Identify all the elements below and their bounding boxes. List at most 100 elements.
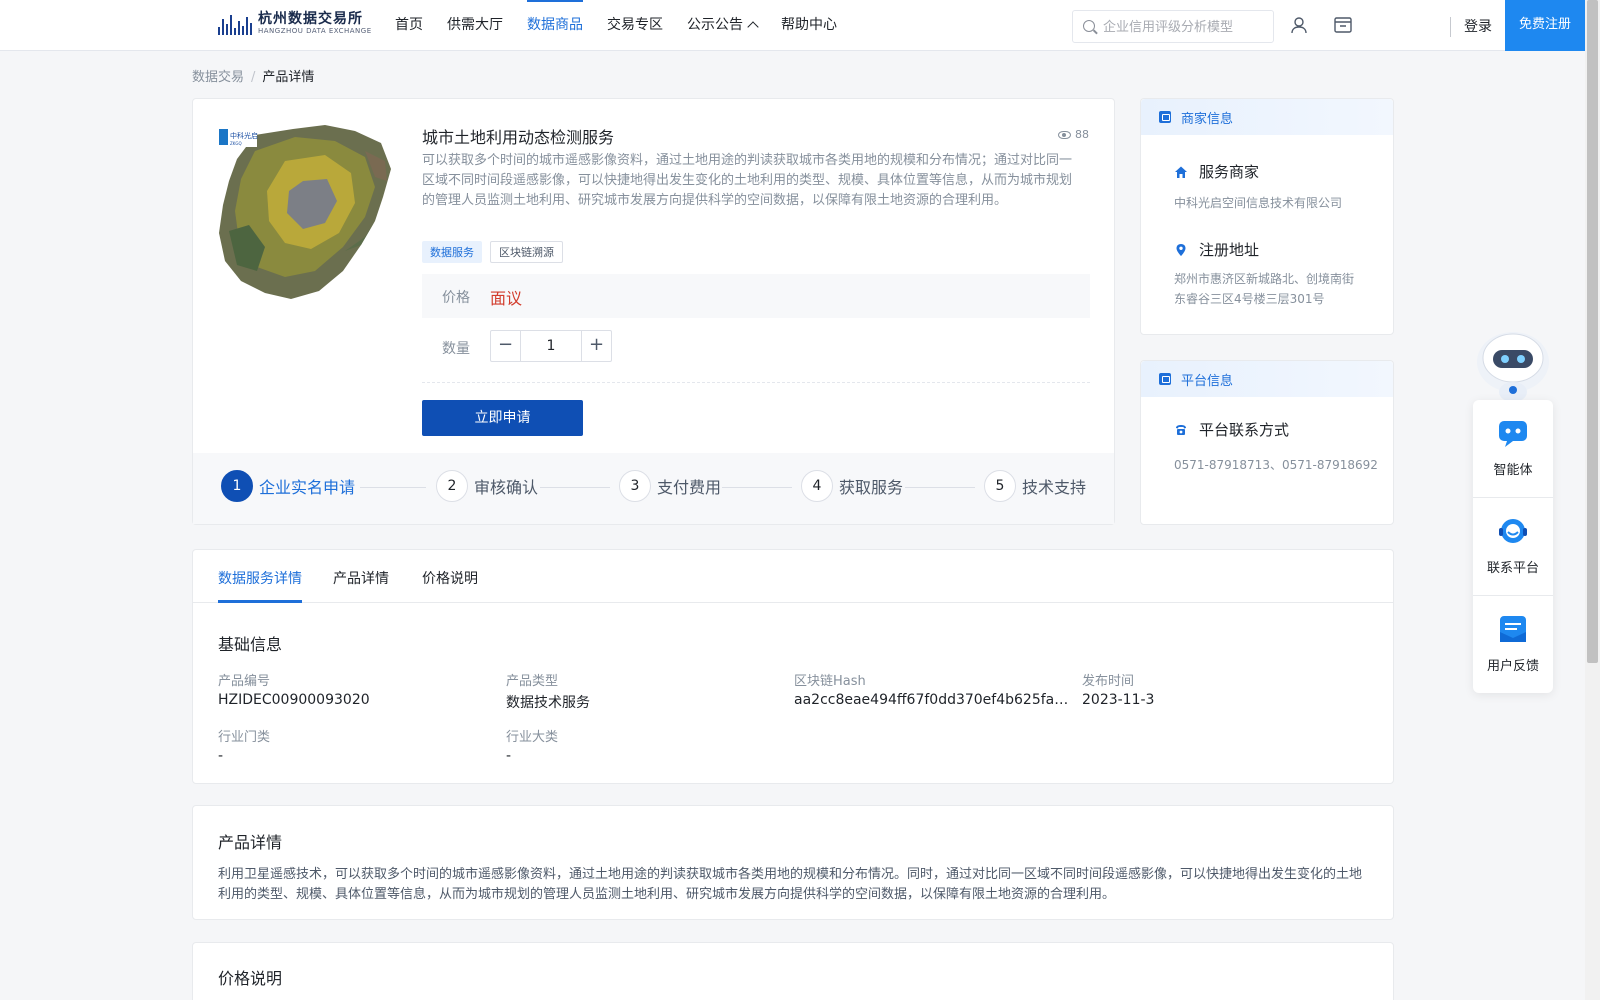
logo-text-cn: 杭州数据交易所 [258, 11, 363, 27]
tab-product-details[interactable]: 产品详情 [333, 568, 389, 588]
merchant-info-title: 商家信息 [1181, 111, 1234, 127]
product-detail-text: 利用卫星遥感技术，可以获取多个时间的城市遥感影像资料，通过土地用途的判读获取城市… [218, 867, 1363, 902]
quantity-label: 数量 [442, 341, 470, 357]
field-value: - [218, 748, 224, 764]
login-link[interactable]: 登录 [1464, 16, 1492, 36]
field-value: HZIDEC00900093020 [218, 692, 370, 708]
service-merchant-row: 服务商家 [1174, 161, 1259, 182]
floating-toolbar: 智能体 联系平台 用户反馈 [1473, 400, 1553, 693]
quantity-stepper: − 1 + [490, 330, 612, 362]
nav-announcements[interactable]: 公示公告 [687, 0, 759, 50]
tab-price-description[interactable]: 价格说明 [422, 568, 478, 588]
merchant-info-header: 商家信息 [1141, 99, 1393, 135]
view-count: 88 [1058, 128, 1089, 141]
nav-announcements-label: 公示公告 [687, 17, 743, 33]
registered-address-row: 注册地址 [1174, 239, 1259, 260]
price-description-panel: 价格说明 [192, 942, 1394, 1000]
step-number: 2 [436, 470, 468, 502]
robot-assistant-icon[interactable] [1473, 326, 1553, 402]
eye-icon [1058, 130, 1071, 139]
breadcrumb-separator: / [251, 70, 256, 85]
product-card: 中科光启 ZKGQ 城市土地利用动态检测服务 88 可以获取多个时间的城市遥感影… [192, 98, 1115, 525]
nav-help-center[interactable]: 帮助中心 [781, 0, 837, 50]
main-nav: 首页 供需大厅 数据商品 交易专区 公示公告 帮助中心 [395, 0, 861, 50]
ai-agent-icon [1499, 421, 1527, 447]
chevron-up-icon [747, 21, 759, 33]
step-number: 3 [619, 470, 651, 502]
calendar-icon [1159, 111, 1171, 123]
blockchain-hash-value: aa2cc8eae494ff67f0dd370ef4b625fa14b0... [794, 692, 1069, 708]
logo-bars-icon [218, 13, 252, 35]
shop-icon[interactable] [1333, 16, 1353, 34]
registered-address-value: 郑州市惠济区新城路北、创境南街东睿谷三区4号楼三层301号 [1174, 272, 1355, 306]
step-4: 4 获取服务 [801, 470, 903, 502]
step-connector [722, 487, 792, 488]
home-icon [1175, 166, 1187, 178]
field-label: 产品编号 [218, 674, 271, 689]
nav-supply-demand[interactable]: 供需大厅 [447, 0, 503, 50]
field-label: 产品类型 [506, 674, 559, 689]
platform-contact-row: 平台联系方式 [1174, 419, 1289, 440]
page-scrollbar[interactable] [1585, 0, 1600, 1000]
headset-icon [1499, 519, 1527, 543]
platform-contact-value: 0571-87918713、0571-87918692 [1174, 458, 1378, 472]
merchant-info-card: 商家信息 服务商家 中科光启空间信息技术有限公司 注册地址 郑州市惠济区新城路北… [1140, 98, 1394, 335]
platform-info-header: 平台信息 [1141, 361, 1393, 397]
contact-platform-button[interactable]: 联系平台 [1473, 498, 1553, 595]
step-label: 技术支持 [1022, 478, 1087, 497]
quantity-value[interactable]: 1 [521, 331, 581, 361]
step-connector [360, 487, 426, 488]
product-title: 城市土地利用动态检测服务 [422, 128, 615, 147]
decrease-quantity-button[interactable]: − [491, 331, 521, 361]
svg-text:中科光启: 中科光启 [230, 131, 258, 140]
product-tags: 数据服务 区块链溯源 [422, 241, 563, 263]
top-nav-bar: 杭州数据交易所 HANGZHOU DATA EXCHANGE 首页 供需大厅 数… [0, 0, 1600, 51]
price-value: 面议 [490, 289, 523, 308]
user-feedback-button[interactable]: 用户反馈 [1473, 596, 1553, 693]
step-connector [905, 487, 975, 488]
search-box[interactable] [1072, 10, 1274, 43]
user-icon[interactable] [1290, 16, 1308, 34]
tag-data-service: 数据服务 [422, 241, 482, 263]
step-label: 获取服务 [839, 478, 904, 497]
step-label: 审核确认 [474, 478, 539, 497]
apply-now-button[interactable]: 立即申请 [422, 400, 583, 436]
registered-address-label: 注册地址 [1199, 241, 1260, 259]
step-5: 5 技术支持 [984, 470, 1086, 502]
tab-bar: 数据服务详情 产品详情 价格说明 [193, 550, 1393, 603]
search-input[interactable] [1103, 15, 1268, 39]
contact-platform-label: 联系平台 [1486, 561, 1539, 576]
field-value: 数据技术服务 [506, 695, 590, 711]
tag-blockchain-trace: 区块链溯源 [490, 241, 563, 263]
nav-trading-zone[interactable]: 交易专区 [607, 0, 663, 50]
logo[interactable]: 杭州数据交易所 HANGZHOU DATA EXCHANGE [218, 11, 372, 36]
nav-home[interactable]: 首页 [395, 0, 423, 50]
field-label: 区块链Hash [794, 674, 866, 689]
breadcrumb-root[interactable]: 数据交易 [192, 70, 244, 85]
field-label: 行业大类 [506, 730, 559, 745]
product-satellite-image: 中科光启 ZKGQ [217, 125, 391, 299]
ai-agent-button[interactable]: 智能体 [1473, 400, 1553, 497]
price-description-title: 价格说明 [218, 969, 283, 988]
logo-text-en: HANGZHOU DATA EXCHANGE [258, 27, 372, 35]
step-number: 5 [984, 470, 1016, 502]
increase-quantity-button[interactable]: + [581, 331, 611, 361]
divider [422, 382, 1090, 383]
platform-contact-label: 平台联系方式 [1199, 421, 1290, 439]
scrollbar-thumb[interactable] [1587, 0, 1598, 663]
view-count-value: 88 [1075, 128, 1089, 141]
tab-data-service-details[interactable]: 数据服务详情 [218, 568, 302, 588]
register-button[interactable]: 免费注册 [1505, 0, 1585, 51]
platform-info-title: 平台信息 [1181, 373, 1234, 389]
step-1: 1 企业实名申请 [221, 470, 355, 502]
nav-data-products[interactable]: 数据商品 [527, 0, 583, 50]
step-3: 3 支付费用 [619, 470, 721, 502]
step-2: 2 审核确认 [436, 470, 538, 502]
svg-text:ZKGQ: ZKGQ [230, 141, 242, 146]
field-label: 发布时间 [1082, 674, 1135, 689]
field-label: 行业门类 [218, 730, 271, 745]
step-label: 企业实名申请 [259, 478, 356, 497]
step-number: 4 [801, 470, 833, 502]
step-label: 支付费用 [657, 478, 722, 497]
service-merchant-label: 服务商家 [1199, 163, 1260, 181]
